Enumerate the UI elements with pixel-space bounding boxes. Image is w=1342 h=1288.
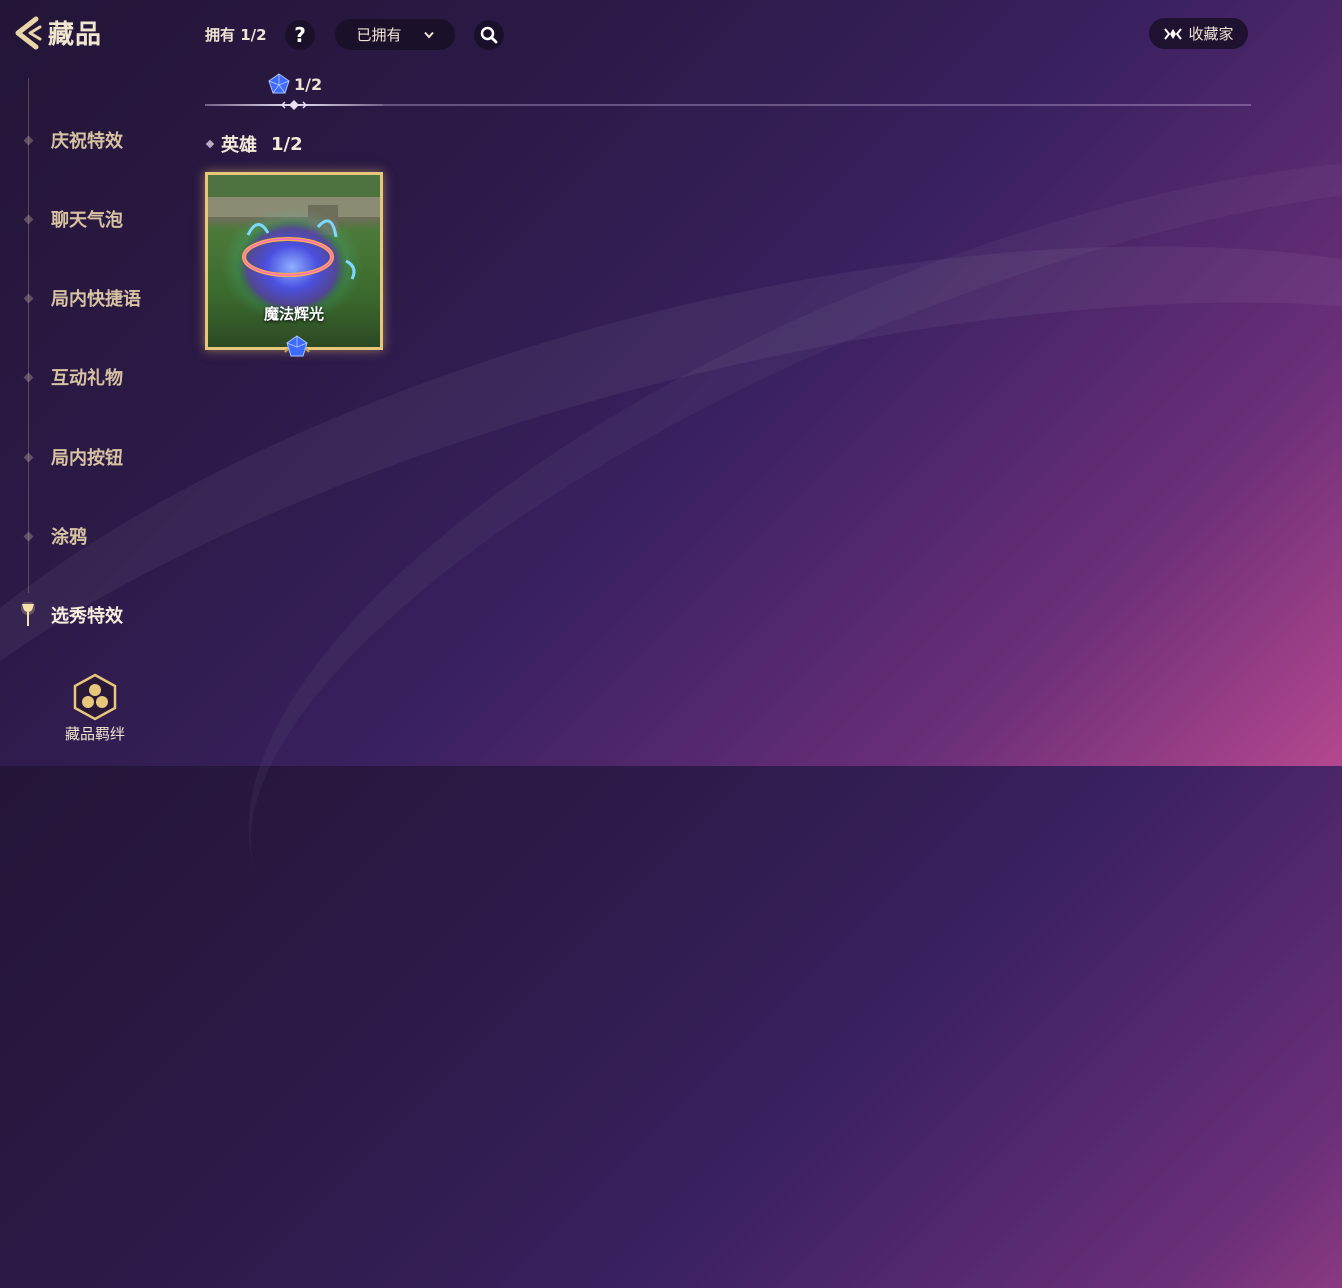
page-title: 藏品	[48, 20, 103, 50]
sidebar-item-celebration[interactable]: 庆祝特效	[0, 125, 180, 155]
filter-selected-value: 已拥有	[356, 26, 402, 44]
blue-gem-icon	[268, 73, 290, 94]
nav-dot	[23, 293, 34, 303]
collection-item-card[interactable]: 魔法辉光	[205, 172, 383, 357]
nav-dot	[23, 372, 34, 382]
sidebar-item-label: 涂鸦	[51, 527, 87, 548]
sidebar-item-graffiti[interactable]: 涂鸦	[0, 521, 180, 551]
item-name: 魔法辉光	[263, 305, 324, 323]
collection-bonds-button[interactable]: 藏品羁绊	[62, 673, 128, 744]
tier-count: 1/2	[294, 74, 323, 94]
sidebar-item-label: 聊天气泡	[51, 210, 123, 231]
sidebar-item-ingame-buttons[interactable]: 局内按钮	[0, 442, 180, 472]
sidebar-item-label: 局内按钮	[51, 448, 123, 469]
sidebar-rail	[28, 78, 29, 593]
collection-bonds-label: 藏品羁绊	[64, 725, 125, 743]
section-title: 英雄	[221, 135, 257, 156]
nav-dot	[23, 135, 34, 145]
search-icon	[480, 26, 498, 44]
sidebar-item-quick-chat[interactable]: 局内快捷语	[0, 283, 180, 313]
sidebar-item-label: 庆祝特效	[51, 131, 123, 152]
back-arrow-icon	[15, 16, 42, 49]
chevron-down-icon	[423, 31, 434, 39]
hexagon-bonds-icon	[73, 673, 117, 721]
nav-dot	[23, 452, 34, 462]
blue-gem-icon	[284, 335, 310, 357]
sidebar-item-gifts[interactable]: 互动礼物	[0, 362, 180, 392]
sidebar-item-label: 互动礼物	[51, 368, 123, 389]
sidebar-item-chat-bubble[interactable]: 聊天气泡	[0, 204, 180, 234]
sidebar-item-draft-effects[interactable]: 选秀特效	[0, 600, 180, 630]
section-dot	[205, 139, 215, 149]
help-button[interactable]: ?	[285, 20, 315, 50]
sidebar-item-label: 局内快捷语	[51, 289, 141, 310]
owned-count: 拥有 1/2	[205, 26, 267, 44]
collector-icon	[1164, 27, 1183, 40]
active-pin-icon	[21, 602, 35, 626]
nav-dot	[23, 214, 34, 224]
section-header: 英雄 1/2	[205, 131, 303, 157]
sidebar-item-label: 选秀特效	[51, 606, 123, 627]
ownership-filter-select[interactable]: 已拥有	[335, 19, 455, 50]
nav-dot	[23, 531, 34, 541]
search-button[interactable]	[474, 20, 504, 50]
section-count: 1/2	[271, 133, 303, 155]
diamond-marker-icon	[280, 100, 308, 110]
rarity-tier-tab[interactable]: 1/2	[268, 73, 322, 95]
collector-button[interactable]: 收藏家	[1149, 18, 1248, 49]
collector-label: 收藏家	[1188, 25, 1234, 43]
back-button[interactable]: 藏品	[12, 14, 102, 51]
